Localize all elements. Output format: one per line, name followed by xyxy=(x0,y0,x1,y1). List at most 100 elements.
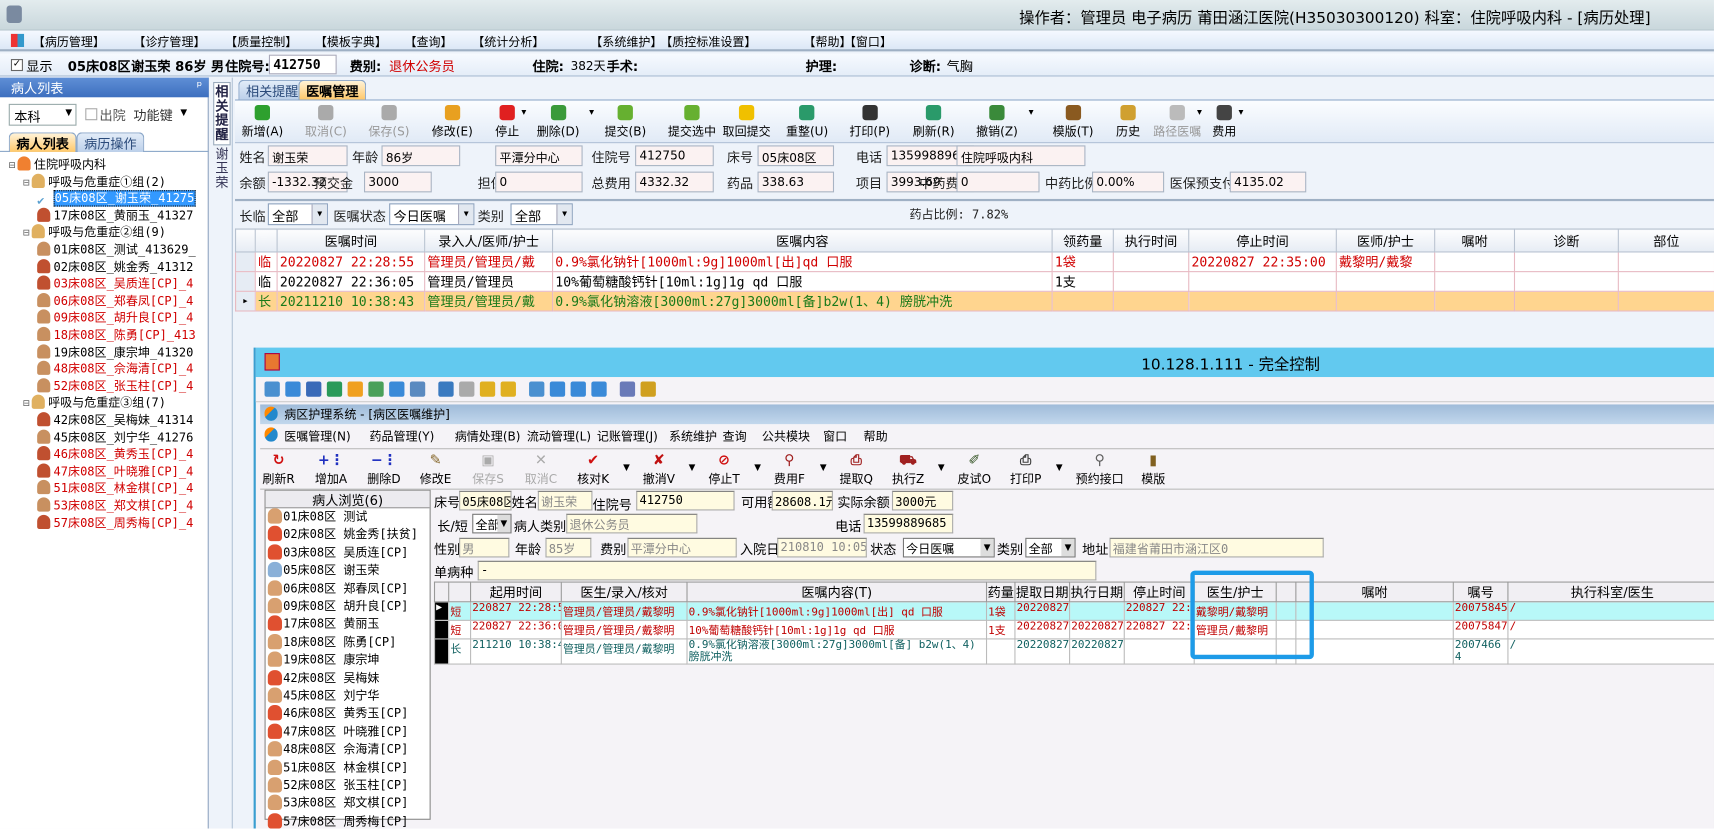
tab-order-management[interactable]: 医嘱管理 xyxy=(298,79,367,100)
toolbar-button-1[interactable]: 取消(C) xyxy=(305,104,347,140)
nursing-toolbar-button-11[interactable]: ⛟ 执行Z xyxy=(892,453,924,488)
tree-node[interactable]: 53床08区_郑文棋[CP]_4 xyxy=(37,497,193,514)
expand-icon[interactable]: ⊟ xyxy=(23,228,30,240)
message-icon[interactable] xyxy=(409,381,426,397)
download-icon[interactable] xyxy=(479,381,496,397)
tree-node[interactable]: ⊟ 住院呼吸内科 xyxy=(9,156,106,173)
tree-node[interactable]: ⊟ 呼吸与危重症①组(2) xyxy=(23,173,166,190)
phone-icon[interactable] xyxy=(389,381,405,397)
patient-list-item[interactable]: 03床08区 吴质连[CP] xyxy=(267,544,408,561)
column-header[interactable]: 执行时间 xyxy=(1112,228,1190,253)
dropdown-arrow-icon[interactable]: ▾ xyxy=(521,107,526,118)
column-header[interactable]: 执行科室/医生 xyxy=(1507,581,1714,603)
inner-menu-item[interactable]: 帮助 xyxy=(864,427,888,444)
column-header[interactable]: 录入人/医师/护士 xyxy=(424,228,554,253)
toolbar-button-6[interactable]: 提交(B) xyxy=(604,104,646,140)
info-field[interactable]: 0.00% xyxy=(1092,171,1165,193)
menu-window[interactable]: 【窗口】 xyxy=(844,33,892,50)
inpatient-no-field[interactable]: 412750 xyxy=(268,54,337,75)
column-header[interactable]: 嘱咐 xyxy=(1434,228,1516,253)
terminal-icon[interactable] xyxy=(306,381,322,397)
patient-list-item[interactable]: 17床08区 黄丽玉 xyxy=(267,615,379,633)
menu-statistics[interactable]: 【统计分析】 xyxy=(472,33,544,50)
patient-list-item[interactable]: 57床08区 周秀梅[CP] xyxy=(267,813,408,829)
inner-menu-item[interactable]: 系统维护 xyxy=(669,427,717,444)
info-field[interactable]: 0 xyxy=(495,171,583,193)
toolbar-button-15[interactable]: 路径医嘱 xyxy=(1153,104,1201,140)
vtab-patient[interactable]: 谢玉荣 xyxy=(213,147,230,191)
column-header[interactable]: 医师/护士 xyxy=(1335,228,1436,253)
dropdown-arrow-icon[interactable]: ▾ xyxy=(1238,107,1243,118)
info-field[interactable]: 338.63 xyxy=(757,171,835,193)
nursing-toolbar-button-4[interactable]: ▣ 保存S xyxy=(472,453,504,488)
tree-node[interactable]: 02床08区_姚金秀_41312 xyxy=(37,258,193,276)
category-combo[interactable]: 全部 xyxy=(510,203,573,226)
copy-icon[interactable] xyxy=(619,381,636,397)
inner-menu-item[interactable]: 窗口 xyxy=(823,427,847,444)
dropdown-arrow-icon[interactable]: ▼ xyxy=(938,462,945,472)
inner-menu-item[interactable]: 公共模块 xyxy=(762,427,810,444)
order-row[interactable]: 临 20220827 22:28:55 管理员/管理员/戴 0.9%氯化钠针[1000… xyxy=(235,251,1714,273)
row-marker-icon[interactable]: ▶ xyxy=(433,601,450,621)
menu-query[interactable]: 【查询】 xyxy=(404,33,452,50)
tree-node[interactable]: 45床08区_刘宁华_41276 xyxy=(37,429,193,446)
info-field[interactable]: 4135.02 xyxy=(1229,171,1307,193)
patient-list-item[interactable]: 09床08区 胡升良[CP] xyxy=(267,597,408,615)
toolbar-button-12[interactable]: 撤销(Z) xyxy=(976,104,1018,140)
column-header[interactable]: 药量 xyxy=(985,581,1016,603)
info-field[interactable]: 住院呼吸内科 xyxy=(956,145,1086,167)
tree-node[interactable]: ⊟ 呼吸与危重症③组(7) xyxy=(23,395,166,412)
toolbar-button-9[interactable]: 重整(U) xyxy=(786,104,828,140)
tree-node[interactable]: 42床08区_吴梅妹_41314 xyxy=(37,412,193,429)
row-indicator[interactable]: ▸ xyxy=(235,290,256,312)
order-row[interactable]: ▸ 长 20211210 10:38:43 管理员/管理员/戴 0.9%氯化钠溶液[30… xyxy=(235,290,1714,312)
nursing-toolbar-button-2[interactable]: −⋮ 删除D xyxy=(367,453,400,488)
tree-node[interactable]: 47床08区_叶晓雅[CP]_4 xyxy=(37,463,193,480)
toolbar-button-3[interactable]: 修改(E) xyxy=(432,104,473,140)
column-header[interactable]: 医嘱内容 xyxy=(552,228,1053,253)
menu-system[interactable]: 【系统维护】 xyxy=(590,33,662,50)
column-header[interactable]: 嘱号 xyxy=(1452,581,1509,603)
inner-menu-item[interactable]: 病情处理(B) xyxy=(455,427,521,444)
menu-qc-standard[interactable]: 【质控标准设置】 xyxy=(660,33,756,50)
info-field[interactable]: 412750 xyxy=(635,145,714,167)
fullscreen-icon[interactable] xyxy=(549,381,566,397)
column-header[interactable]: 医嘱内容(T) xyxy=(686,581,988,603)
column-header[interactable]: 部位 xyxy=(1617,228,1714,253)
nursing-order-row[interactable]: 长 211210 10:38:43 管理员/管理员/戴黎明 0.9%氯化钠溶液[300… xyxy=(433,638,1714,665)
info-field[interactable]: 05床08区 xyxy=(757,145,835,167)
order-row[interactable]: 临 20220827 22:36:05 管理员/管理员 10%葡萄糖酸钙针[10ml:… xyxy=(235,271,1714,292)
info-field[interactable]: 86岁 xyxy=(381,145,461,167)
toolbar-button-0[interactable]: 新增(A) xyxy=(242,104,283,140)
patient-list-item[interactable]: 18床08区 陈勇[CP] xyxy=(267,633,396,651)
column-header[interactable] xyxy=(433,581,450,603)
toolbar-button-16[interactable]: 费用 xyxy=(1212,104,1236,140)
toolbar-button-4[interactable]: 停止 xyxy=(495,104,519,140)
inner-menu-item[interactable]: 医嘱管理(N) xyxy=(284,427,350,444)
inner-menu-item[interactable]: 流动管理(L) xyxy=(527,427,591,444)
menu-quality[interactable]: 【质量控制】 xyxy=(225,33,297,50)
tools-icon[interactable] xyxy=(640,381,656,397)
fit-window-icon[interactable] xyxy=(529,381,545,397)
dropdown-arrow-icon[interactable]: ▾ xyxy=(589,107,594,118)
patient-type-field[interactable]: 退休公务员 xyxy=(566,513,698,534)
column-header[interactable]: 起用时间 xyxy=(470,581,562,603)
fee-field[interactable]: 平潭分中心 xyxy=(627,537,737,558)
column-header[interactable]: 医嘱时间 xyxy=(276,228,426,253)
nursing-toolbar-button-3[interactable]: ✎ 修改E xyxy=(420,453,452,488)
tab-reminders[interactable]: 相关提醒 xyxy=(238,79,307,100)
info-field[interactable]: 谢玉荣 xyxy=(267,145,348,167)
tree-node[interactable]: 48床08区_佘海清[CP]_4 xyxy=(37,360,193,378)
column-header[interactable]: 提取日期 xyxy=(1014,581,1071,603)
tree-node[interactable]: 19床08区_康宗坤_41320 xyxy=(37,343,193,361)
nursing-toolbar-button-10[interactable]: ⎙ 提取Q xyxy=(840,453,874,488)
toolbar-button-10[interactable]: 打印(P) xyxy=(849,104,890,140)
available-field[interactable]: 28608.1元 xyxy=(771,490,833,511)
inner-menu-item[interactable]: 记账管理(J) xyxy=(597,427,658,444)
tree-node[interactable]: 06床08区_郑春凤[CP]_4 xyxy=(37,292,193,310)
toolbar-button-2[interactable]: 保存(S) xyxy=(368,104,409,140)
menu-record[interactable]: 【病历管理】 xyxy=(33,33,105,50)
patient-list-item[interactable]: 19床08区 康宗坤 xyxy=(267,651,379,669)
toolbar-button-8[interactable]: 取回提交 xyxy=(723,104,771,140)
patient-list-item[interactable]: 51床08区 林金棋[CP] xyxy=(267,759,408,776)
